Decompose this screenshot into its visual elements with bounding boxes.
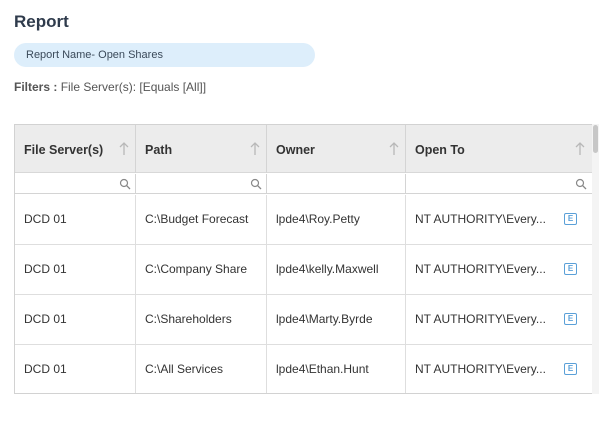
cell-path: C:\All Services <box>136 345 267 393</box>
vertical-scrollbar[interactable] <box>592 124 599 394</box>
column-header-owner[interactable]: Owner <box>267 125 406 173</box>
column-header-label: File Server(s) <box>24 143 104 157</box>
cell-text: DCD 01 <box>24 312 67 326</box>
report-name-pill: Report Name- Open Shares <box>14 43 315 67</box>
cell-open-to: NT AUTHORITY\Every... E <box>406 295 591 345</box>
cell-text: C:\Budget Forecast <box>145 212 249 226</box>
cell-open-to: NT AUTHORITY\Every... E <box>406 195 591 245</box>
cell-path: C:\Company Share <box>136 245 267 295</box>
expand-icon[interactable]: E <box>564 313 577 325</box>
cell-text: DCD 01 <box>24 362 67 376</box>
filters-line: Filters : File Server(s): [Equals [All]] <box>14 80 206 94</box>
filter-row <box>15 174 598 194</box>
cell-text: lpde4\kelly.Maxwell <box>276 262 379 276</box>
cell-owner: lpde4\Roy.Petty <box>267 195 406 245</box>
column-header-path[interactable]: Path <box>136 125 267 173</box>
report-table: File Server(s) Path Owner Open To DCD 01 <box>14 124 599 394</box>
search-icon[interactable] <box>575 178 587 190</box>
cell-file-server: DCD 01 <box>15 295 136 345</box>
scrollbar-thumb[interactable] <box>593 125 598 153</box>
cell-text: lpde4\Roy.Petty <box>276 212 360 226</box>
cell-text: DCD 01 <box>24 212 67 226</box>
column-header-label: Open To <box>415 143 465 157</box>
column-header-label: Path <box>145 143 173 157</box>
sort-ascending-icon[interactable] <box>119 142 129 156</box>
search-icon[interactable] <box>250 178 262 190</box>
cell-path: C:\Shareholders <box>136 295 267 345</box>
sort-ascending-icon[interactable] <box>250 142 260 156</box>
cell-text: C:\Company Share <box>145 262 248 276</box>
table-row[interactable]: DCD 01 C:\Company Share lpde4\kelly.Maxw… <box>15 245 598 295</box>
cell-open-to: NT AUTHORITY\Every... E <box>406 245 591 295</box>
table-header: File Server(s) Path Owner Open To <box>15 125 598 173</box>
table-row[interactable]: DCD 01 C:\Budget Forecast lpde4\Roy.Pett… <box>15 195 598 245</box>
cell-text: NT AUTHORITY\Every... <box>415 312 546 326</box>
cell-file-server: DCD 01 <box>15 195 136 245</box>
cell-file-server: DCD 01 <box>15 345 136 393</box>
cell-owner: lpde4\kelly.Maxwell <box>267 245 406 295</box>
filter-cell-owner[interactable] <box>267 174 406 194</box>
cell-text: DCD 01 <box>24 262 67 276</box>
cell-text: C:\All Services <box>145 362 224 376</box>
cell-text: lpde4\Marty.Byrde <box>276 312 373 326</box>
filter-cell-file-server[interactable] <box>15 174 136 194</box>
table-row[interactable]: DCD 01 C:\Shareholders lpde4\Marty.Byrde… <box>15 295 598 345</box>
cell-text: NT AUTHORITY\Every... <box>415 212 546 226</box>
cell-owner: lpde4\Ethan.Hunt <box>267 345 406 393</box>
sort-ascending-icon[interactable] <box>389 142 399 156</box>
cell-file-server: DCD 01 <box>15 245 136 295</box>
sort-ascending-icon[interactable] <box>575 142 585 156</box>
filter-cell-open-to[interactable] <box>406 174 591 194</box>
cell-text: NT AUTHORITY\Every... <box>415 262 546 276</box>
cell-owner: lpde4\Marty.Byrde <box>267 295 406 345</box>
filter-cell-path[interactable] <box>136 174 267 194</box>
page-title: Report <box>14 12 69 31</box>
expand-icon[interactable]: E <box>564 263 577 275</box>
column-header-file-server[interactable]: File Server(s) <box>15 125 136 173</box>
column-header-open-to[interactable]: Open To <box>406 125 591 173</box>
cell-text: NT AUTHORITY\Every... <box>415 362 546 376</box>
cell-path: C:\Budget Forecast <box>136 195 267 245</box>
filters-value: File Server(s): [Equals [All]] <box>60 80 207 94</box>
expand-icon[interactable]: E <box>564 213 577 225</box>
search-icon[interactable] <box>119 178 131 190</box>
filters-label: Filters : <box>14 80 58 94</box>
cell-open-to: NT AUTHORITY\Every... E <box>406 345 591 393</box>
column-header-label: Owner <box>276 143 315 157</box>
expand-icon[interactable]: E <box>564 363 577 375</box>
cell-text: lpde4\Ethan.Hunt <box>276 362 369 376</box>
cell-text: C:\Shareholders <box>145 312 232 326</box>
table-row[interactable]: DCD 01 C:\All Services lpde4\Ethan.Hunt … <box>15 345 598 393</box>
